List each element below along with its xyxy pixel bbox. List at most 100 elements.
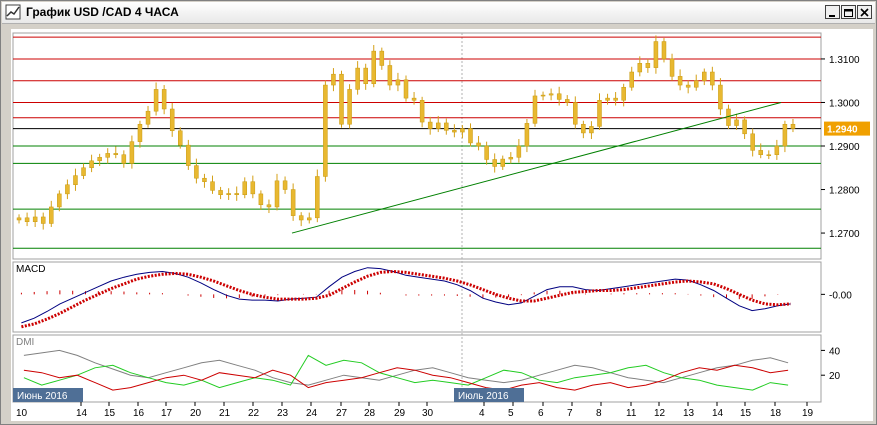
- candle-body: [258, 193, 264, 206]
- chart-area[interactable]: 1.3100 1.3000 1.2900 1.2800 1.2700 1.2940 MAC…: [11, 29, 873, 421]
- candle-body: [516, 145, 522, 158]
- x-tick-label: 19: [802, 408, 814, 419]
- minimize-icon: [829, 15, 835, 17]
- candle-body: [355, 67, 360, 90]
- x-tick-label: 22: [248, 408, 260, 419]
- macd-panel: [12, 261, 822, 333]
- macd-label: MACD: [16, 264, 45, 275]
- candle-body: [734, 119, 739, 126]
- candle-body: [500, 158, 505, 167]
- candle-body: [57, 193, 62, 208]
- candle-body: [677, 76, 683, 86]
- price-y-axis: 1.3100 1.3000 1.2900 1.2800 1.2700 1.2940: [821, 55, 870, 240]
- window-title: График USD /CAD 4 ЧАСА: [26, 5, 179, 19]
- candle-body: [218, 190, 223, 196]
- candle-body: [669, 58, 675, 77]
- candle-body: [194, 165, 199, 179]
- candle-body: [347, 89, 352, 125]
- candle-body: [758, 150, 763, 155]
- candle-body: [508, 157, 514, 160]
- x-tick-label: 4: [479, 408, 485, 419]
- x-tick-label: 15: [740, 408, 752, 419]
- candle-body: [202, 177, 207, 182]
- candle-body: [186, 144, 191, 166]
- candle-body: [573, 102, 578, 125]
- macd-y-axis: -0.00: [821, 290, 852, 301]
- candle-body: [371, 50, 377, 85]
- x-tick-label: 17: [161, 408, 173, 419]
- y-tick-label: 1.3000: [829, 98, 860, 109]
- candle-body: [403, 79, 409, 99]
- title-bar: График USD /CAD 4 ЧАСА: [2, 2, 875, 24]
- candle-body: [564, 99, 570, 103]
- candle-body: [661, 41, 667, 60]
- maximize-button[interactable]: [841, 5, 856, 19]
- candle-body: [492, 159, 497, 167]
- candle-body: [226, 193, 231, 196]
- candle-body: [774, 145, 780, 155]
- candle-body: [613, 97, 618, 101]
- month-label-july: Июль 2016: [458, 391, 509, 402]
- x-tick-label: 20: [190, 408, 202, 419]
- candle-body: [605, 97, 610, 101]
- candle-body: [113, 153, 119, 155]
- candle-body: [395, 79, 401, 86]
- x-tick-label: 27: [336, 408, 348, 419]
- candle-body: [427, 121, 433, 129]
- candle-body: [234, 193, 239, 196]
- candle-body: [702, 71, 707, 81]
- candle-body: [210, 181, 215, 191]
- candle-body: [65, 184, 70, 195]
- candle-body: [331, 73, 336, 86]
- candle-body: [790, 123, 796, 129]
- candle-body: [24, 217, 30, 222]
- x-tick-label: 13: [683, 408, 695, 419]
- candle-body: [444, 122, 449, 131]
- x-tick-label: 11: [626, 408, 637, 419]
- candle-body: [524, 123, 530, 147]
- dmi-y-axis: 40 20: [821, 346, 841, 382]
- candle-body: [766, 154, 772, 156]
- candle-body: [250, 181, 256, 195]
- chart-window: График USD /CAD 4 ЧАСА 1.3100 1.3000 1.290…: [0, 0, 877, 425]
- candle-body: [782, 123, 788, 147]
- candle-body: [411, 97, 417, 101]
- candle-body: [89, 160, 94, 169]
- x-tick-label: 12: [654, 408, 666, 419]
- candle-body: [153, 89, 159, 112]
- candle-body: [556, 93, 562, 100]
- x-tick-label: 8: [596, 408, 602, 419]
- candle-body: [597, 100, 602, 127]
- x-tick-label: 10: [16, 408, 28, 419]
- candle-body: [307, 217, 312, 221]
- candle-body: [266, 204, 272, 208]
- y-tick-label: 1.3100: [829, 55, 860, 66]
- candle-body: [750, 133, 755, 151]
- candle-body: [718, 84, 723, 110]
- candle-body: [137, 123, 143, 142]
- candle-body: [540, 94, 546, 97]
- candle-body: [693, 80, 699, 88]
- close-button[interactable]: [857, 5, 872, 19]
- candle-body: [363, 67, 368, 85]
- x-tick-label: 30: [422, 408, 434, 419]
- candle-body: [460, 128, 465, 133]
- candle-body: [274, 180, 280, 208]
- x-tick-label: 18: [770, 408, 782, 419]
- macd-tick-label: -0.00: [829, 290, 852, 301]
- candle-body: [298, 215, 304, 221]
- candle-body: [452, 130, 457, 133]
- candle-body: [387, 65, 393, 86]
- candle-body: [742, 119, 747, 135]
- x-tick-label: 24: [306, 408, 318, 419]
- candle-body: [145, 110, 151, 125]
- candle-body: [653, 41, 659, 68]
- candle-body: [379, 50, 385, 66]
- candle-body: [548, 93, 554, 96]
- candle-body: [105, 153, 110, 158]
- x-tick-label: 28: [364, 408, 376, 419]
- close-icon: [860, 8, 869, 17]
- dmi-tick-label: 20: [829, 371, 841, 382]
- candle-body: [685, 84, 691, 88]
- minimize-button[interactable]: [825, 5, 840, 19]
